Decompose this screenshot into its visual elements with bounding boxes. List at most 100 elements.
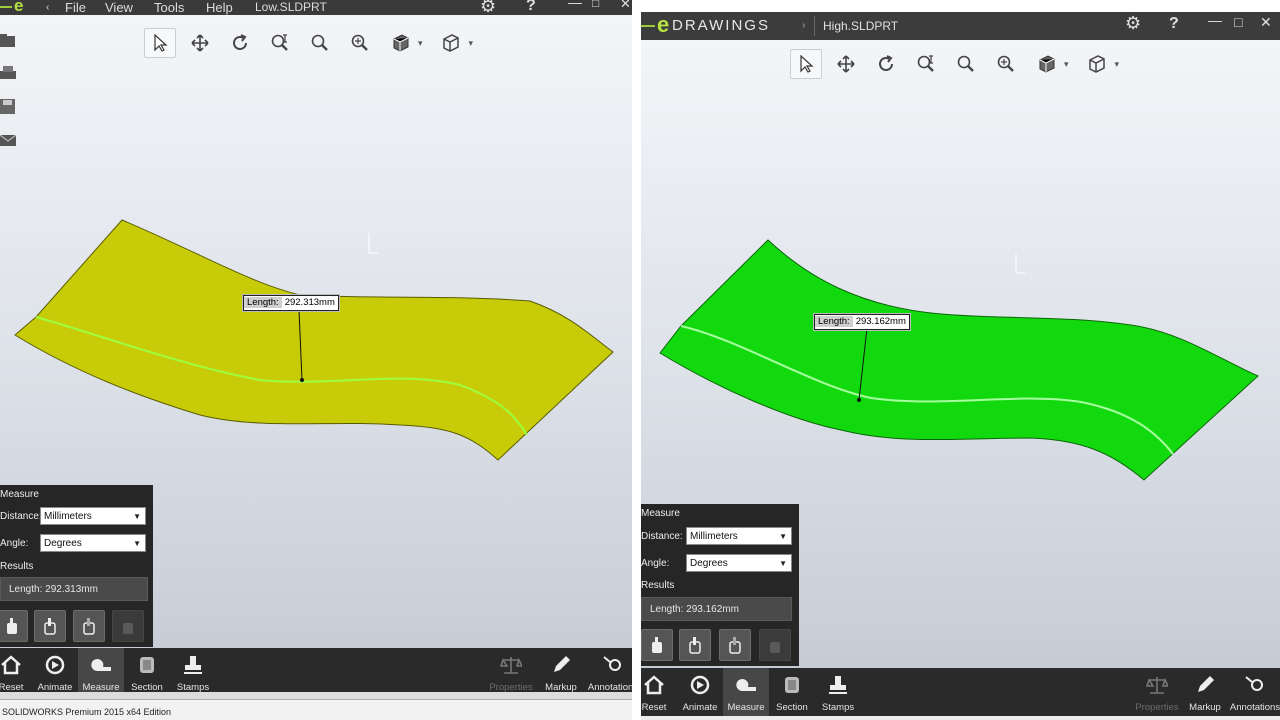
open-tool[interactable]	[0, 32, 20, 54]
rotate-tool[interactable]	[870, 49, 902, 79]
status-text: SOLIDWORKS Premium 2015 x64 Edition	[2, 707, 172, 717]
select-tool[interactable]	[144, 28, 176, 58]
chevron-down-icon[interactable]: ▾	[469, 38, 474, 49]
menu-view[interactable]: View	[105, 0, 133, 15]
zoom-fit-icon	[917, 55, 934, 72]
measure-mode-button-1[interactable]	[0, 610, 28, 642]
measure-mode-button-2[interactable]	[679, 629, 711, 661]
properties-button[interactable]: Properties	[488, 648, 534, 696]
close-icon[interactable]: ✕	[1260, 14, 1272, 31]
stamps-label: Stamps	[821, 702, 855, 713]
menu-file[interactable]: File	[65, 0, 86, 15]
chevron-down-icon: ▼	[779, 532, 787, 541]
chevron-down-icon[interactable]: ▾	[1115, 59, 1120, 70]
measure-mode-button-2[interactable]	[34, 610, 66, 642]
gear-icon[interactable]: ⚙	[480, 0, 496, 17]
pencil-icon	[1198, 676, 1214, 692]
view-orientation-tool[interactable]	[1030, 49, 1062, 79]
stamps-button[interactable]: Stamps	[170, 648, 216, 696]
angle-unit-select[interactable]: Degrees ▼	[40, 534, 146, 552]
bottom-toolbar: Reset Animate Measure Section Stamps Pro…	[641, 668, 1280, 716]
distance-unit-select[interactable]: Millimeters ▼	[686, 527, 792, 545]
menu-tools[interactable]: Tools	[154, 0, 184, 15]
annotations-button[interactable]: Annotations	[1230, 668, 1280, 716]
zoom-area-tool[interactable]	[304, 28, 336, 58]
print-tool[interactable]	[0, 65, 20, 87]
chevron-down-icon[interactable]: ▾	[418, 38, 423, 49]
animate-icon	[690, 675, 710, 695]
pan-tool[interactable]	[830, 49, 862, 79]
length-callout: Length: 292.313mm	[243, 295, 339, 311]
measure-mode-button-4[interactable]	[759, 629, 791, 661]
results-label: Results	[641, 580, 675, 591]
close-icon[interactable]: ✕	[620, 0, 631, 12]
stamps-button[interactable]: Stamps	[815, 668, 861, 716]
graphics-viewport[interactable]: Length: 292.313mm ▾ ▾ Measure Distance: M…	[0, 15, 641, 720]
pan-icon	[191, 34, 209, 52]
distance-unit-select[interactable]: Millimeters ▼	[40, 507, 146, 525]
display-style-tool[interactable]	[1081, 49, 1113, 79]
minimize-icon[interactable]: —	[568, 0, 582, 10]
send-tool[interactable]	[0, 131, 20, 153]
triad-mark	[1015, 254, 1025, 274]
angle-unit-select[interactable]: Degrees ▼	[686, 554, 792, 572]
help-icon[interactable]: ?	[526, 0, 536, 15]
logo-line	[0, 6, 12, 8]
printer-icon	[0, 66, 16, 79]
zoom-fit-tool[interactable]	[910, 49, 942, 79]
measure-mode-button-3[interactable]	[719, 629, 751, 661]
properties-button[interactable]: Properties	[1134, 668, 1180, 716]
zoom-tool[interactable]	[990, 49, 1022, 79]
measure-panel: Measure Distance: Millimeters ▼ Angle: De…	[641, 504, 799, 666]
chevron-right-icon[interactable]: ›	[802, 12, 805, 40]
zoom-tool[interactable]	[344, 28, 376, 58]
view-orientation-tool[interactable]	[384, 28, 416, 58]
horizontal-scrollbar[interactable]	[0, 692, 641, 700]
window-divider	[632, 0, 641, 720]
annotation-icon	[603, 656, 621, 671]
menu-help[interactable]: Help	[206, 0, 233, 15]
hand-edge-icon	[44, 618, 56, 635]
hand-vertex-icon	[123, 623, 133, 634]
edrawings-window-low: Length: 292.313mm ▾ ▾ Measure Distance: M…	[0, 0, 641, 720]
animate-icon	[45, 655, 65, 675]
measure-mode-button-4[interactable]	[112, 610, 144, 642]
annotations-button[interactable]: Annotations	[588, 648, 638, 696]
graphics-viewport[interactable]: Length: 293.162mm ▾ ▾ Measure Distance: M…	[641, 40, 1280, 720]
document-filename: High.SLDPRT	[823, 19, 899, 33]
folder-icon	[0, 34, 15, 47]
angle-unit-value: Degrees	[690, 558, 728, 569]
rotate-tool[interactable]	[224, 28, 256, 58]
zoom-fit-tool[interactable]	[264, 28, 296, 58]
angle-label: Angle:	[0, 538, 29, 549]
measure-panel: Measure Distance: Millimeters ▼ Angle: De…	[0, 485, 153, 647]
markup-button[interactable]: Markup	[1182, 668, 1228, 716]
zoom-area-tool[interactable]	[950, 49, 982, 79]
stamp-icon	[829, 676, 847, 694]
measure-point	[300, 378, 304, 382]
measure-mode-button-3[interactable]	[73, 610, 105, 642]
green-part-face[interactable]	[659, 239, 1259, 481]
yellow-part-face[interactable]	[14, 219, 614, 461]
edrawings-logo-text: DRAWINGS	[672, 17, 770, 34]
view-toolbar: ▾ ▾	[790, 49, 1131, 79]
chevron-left-icon[interactable]: ‹	[46, 0, 49, 15]
help-icon[interactable]: ?	[1169, 15, 1179, 33]
pan-tool[interactable]	[184, 28, 216, 58]
display-style-tool[interactable]	[435, 28, 467, 58]
chevron-down-icon[interactable]: ▾	[1064, 59, 1069, 70]
save-tool[interactable]	[0, 98, 20, 120]
markup-button[interactable]: Markup	[538, 648, 584, 696]
gear-icon[interactable]: ⚙	[1125, 13, 1141, 34]
minimize-icon[interactable]: —	[1208, 12, 1222, 28]
measure-tape-icon	[736, 679, 756, 691]
measure-mode-button-1[interactable]	[641, 629, 673, 661]
select-tool[interactable]	[790, 49, 822, 79]
edrawings-window-high: Length: 293.162mm ▾ ▾ Measure Distance: M…	[641, 0, 1280, 720]
maximize-icon[interactable]: □	[592, 0, 599, 10]
view-orientation-icon	[1039, 55, 1055, 73]
length-callout-key: Length:	[815, 316, 853, 327]
distance-label: Distance:	[641, 531, 683, 542]
maximize-icon[interactable]: □	[1234, 14, 1242, 30]
mail-icon	[0, 134, 17, 146]
